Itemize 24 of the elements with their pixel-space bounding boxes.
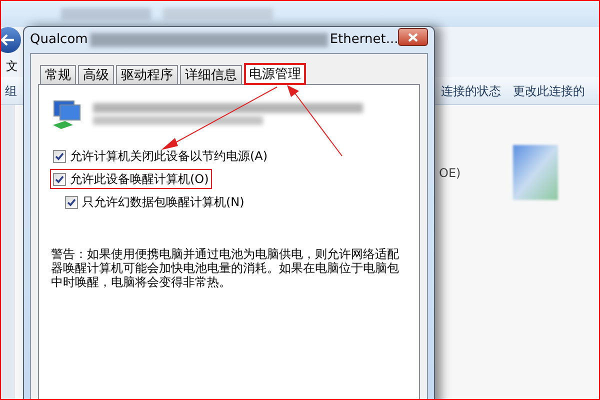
toolbar-item[interactable]: 连接的状态 bbox=[441, 82, 501, 100]
toolbar-item[interactable]: 组 bbox=[5, 82, 17, 100]
tab[interactable]: 电源管理 bbox=[244, 63, 306, 85]
close-button[interactable] bbox=[398, 28, 428, 46]
option-label: 只允许幻数据包唤醒计算机(N) bbox=[82, 194, 244, 211]
option-label: 允许此设备唤醒计算机(O) bbox=[70, 171, 209, 188]
toolbar-item[interactable]: 更改此连接的 bbox=[513, 82, 585, 100]
checkbox-option[interactable]: 允许此设备唤醒计算机(O) bbox=[51, 170, 211, 188]
tab[interactable]: 常规 bbox=[40, 65, 76, 84]
menu-item[interactable]: 文 bbox=[6, 57, 18, 75]
tab[interactable]: 详细信息 bbox=[180, 65, 242, 84]
close-icon bbox=[408, 32, 418, 42]
checkbox-option[interactable]: 只允许幻数据包唤醒计算机(N) bbox=[63, 193, 246, 211]
annotation-arrow bbox=[287, 85, 343, 157]
window-title: Ethernet... bbox=[330, 31, 398, 50]
tab[interactable]: 高级 bbox=[78, 65, 114, 84]
checkbox[interactable] bbox=[53, 172, 66, 186]
window-title: Qualcom bbox=[30, 31, 88, 50]
network-adapter-icon bbox=[51, 99, 83, 129]
checkbox[interactable] bbox=[65, 196, 78, 208]
checkbox[interactable] bbox=[53, 150, 66, 162]
tab[interactable]: 驱动程序 bbox=[116, 65, 178, 84]
list-item-label: OE) bbox=[439, 164, 461, 182]
warning-text: 警告：如果使用便携电脑并通过电池为电脑供电，则允许网络适配器唤醒计算机可能会加快电池电量的消耗。如果在电脑位于电脑包中时唤醒，电脑将会变得非常热。 bbox=[51, 247, 400, 289]
